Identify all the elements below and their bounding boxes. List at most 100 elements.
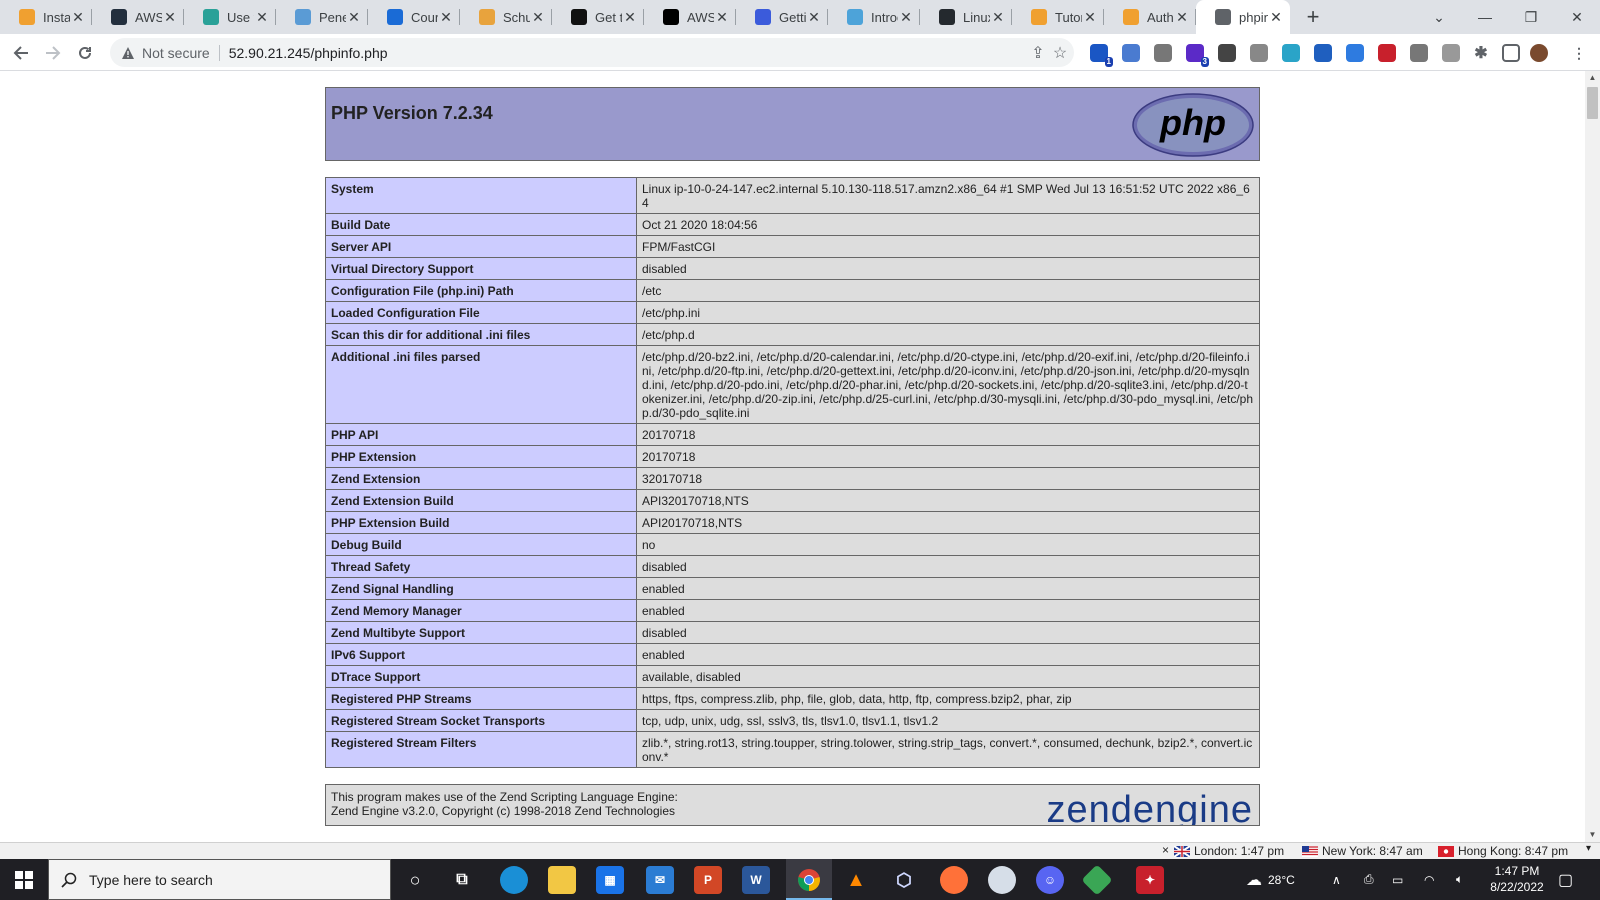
close-window-icon[interactable]: ✕ bbox=[1554, 0, 1600, 34]
close-tab-icon[interactable]: ✕ bbox=[346, 9, 362, 26]
burp-icon[interactable]: ✦ bbox=[1136, 866, 1164, 894]
close-tab-icon[interactable]: ✕ bbox=[70, 9, 86, 26]
browser-tab[interactable]: Cours✕ bbox=[368, 0, 460, 34]
page-scrollbar[interactable]: ▲ ▼ bbox=[1585, 71, 1600, 842]
close-tab-icon[interactable]: ✕ bbox=[438, 9, 454, 26]
clock-dropdown-icon[interactable]: ▾ bbox=[1586, 843, 1591, 854]
browser-tab[interactable]: Use th✕ bbox=[184, 0, 276, 34]
volume-icon[interactable]: 🔈︎ bbox=[1456, 859, 1463, 900]
bookmark-star-icon[interactable]: ☆ bbox=[1050, 43, 1070, 63]
scroll-up-icon[interactable]: ▲ bbox=[1585, 71, 1600, 85]
notifications-icon[interactable]: ▢ bbox=[1558, 859, 1573, 900]
close-tab-icon[interactable]: ✕ bbox=[990, 9, 1006, 26]
close-tab-icon[interactable]: ✕ bbox=[898, 9, 914, 26]
link-extension-icon[interactable] bbox=[1442, 44, 1460, 62]
browser-tab[interactable]: Gettin✕ bbox=[736, 0, 828, 34]
hex-extension-icon[interactable]: 3 bbox=[1186, 44, 1209, 67]
close-tab-icon[interactable]: ✕ bbox=[714, 9, 730, 26]
tab-search-icon[interactable]: ⌄ bbox=[1416, 0, 1462, 34]
close-tab-icon[interactable]: ✕ bbox=[162, 9, 178, 26]
taskbar-time: 1:47 PM bbox=[1494, 864, 1540, 878]
tray-device-icon[interactable]: ⎙ bbox=[1364, 859, 1374, 900]
browser-tab[interactable]: phpin ✕ bbox=[1196, 0, 1290, 34]
taskbar-clock[interactable]: 1:47 PM 8/22/2022 bbox=[1482, 863, 1552, 895]
git-icon[interactable] bbox=[1081, 864, 1113, 896]
warning-icon[interactable] bbox=[120, 45, 136, 61]
powerpoint-icon[interactable]: P bbox=[694, 866, 722, 894]
store-icon[interactable]: ▦ bbox=[596, 866, 624, 894]
new-tab-button[interactable]: + bbox=[1296, 0, 1330, 34]
close-tab-icon[interactable]: ✕ bbox=[254, 9, 270, 26]
chrome-icon[interactable] bbox=[795, 866, 823, 894]
close-tab-icon[interactable]: ✕ bbox=[1174, 9, 1190, 26]
browser-tab[interactable]: Linux✕ bbox=[920, 0, 1012, 34]
avatar[interactable] bbox=[1530, 44, 1548, 62]
browser-tab[interactable]: Introd✕ bbox=[828, 0, 920, 34]
browser-tab[interactable]: Schul✕ bbox=[460, 0, 552, 34]
camera-extension-icon[interactable] bbox=[1154, 44, 1172, 62]
battery-icon[interactable]: ▭ bbox=[1392, 859, 1403, 900]
mail-extension-icon[interactable]: 1 bbox=[1090, 44, 1113, 67]
hk-flag-icon bbox=[1438, 845, 1454, 857]
mail-icon[interactable]: ✉ bbox=[646, 866, 674, 894]
close-tab-icon[interactable]: ✕ bbox=[1268, 9, 1284, 26]
browser-tab[interactable]: AWS ✕ bbox=[644, 0, 736, 34]
forward-icon[interactable] bbox=[38, 38, 68, 68]
vlc-icon[interactable]: ▲ bbox=[842, 866, 870, 894]
wireshark-icon[interactable] bbox=[988, 866, 1016, 894]
security-label[interactable]: Not secure bbox=[142, 45, 210, 61]
shield-extension-icon[interactable] bbox=[1314, 44, 1332, 62]
word-icon[interactable]: W bbox=[742, 866, 770, 894]
tab-title: AWS C bbox=[135, 9, 162, 25]
building-extension-icon[interactable] bbox=[1218, 44, 1236, 62]
edge-icon[interactable] bbox=[500, 866, 528, 894]
wifi-icon[interactable]: ◠ bbox=[1424, 859, 1434, 900]
weather-widget[interactable]: ☁ 28°C bbox=[1246, 859, 1295, 900]
browser-tab[interactable]: Instan✕ bbox=[0, 0, 92, 34]
stop-extension-icon[interactable] bbox=[1378, 44, 1396, 62]
task-view-icon[interactable]: ⧉ bbox=[448, 866, 476, 894]
close-tab-icon[interactable]: ✕ bbox=[530, 9, 546, 26]
restore-icon[interactable]: ❐ bbox=[1508, 0, 1554, 34]
menu-icon[interactable]: ⋮ bbox=[1570, 44, 1588, 62]
ip-extension-icon[interactable] bbox=[1250, 44, 1268, 62]
browser-tab[interactable]: Tutor ✕ bbox=[1012, 0, 1104, 34]
chat-extension-icon[interactable] bbox=[1346, 44, 1364, 62]
row-value: FPM/FastCGI bbox=[636, 235, 1260, 258]
browser-tab[interactable]: Penet✕ bbox=[276, 0, 368, 34]
browser-tab[interactable]: AWS C✕ bbox=[92, 0, 184, 34]
url-text[interactable]: 52.90.21.245/phpinfo.php bbox=[229, 45, 388, 61]
virtualbox-icon[interactable]: ⬡ bbox=[890, 866, 918, 894]
row-key: Virtual Directory Support bbox=[325, 257, 637, 280]
browser-tab[interactable]: Get th✕ bbox=[552, 0, 644, 34]
windows-start-icon[interactable] bbox=[0, 859, 48, 900]
address-bar[interactable]: Not secure 52.90.21.245/phpinfo.php ⇪ ☆ bbox=[110, 38, 1074, 67]
side-panel-icon[interactable] bbox=[1502, 44, 1520, 62]
leaf-extension-icon[interactable] bbox=[1282, 44, 1300, 62]
translate-extension-icon[interactable] bbox=[1122, 44, 1140, 62]
clock-label: Hong Kong: 8:47 pm bbox=[1458, 844, 1569, 858]
close-clock-icon[interactable]: × bbox=[1162, 843, 1169, 857]
browser-tab[interactable]: Autho✕ bbox=[1104, 0, 1196, 34]
share-icon[interactable]: ⇪ bbox=[1028, 43, 1048, 63]
scroll-down-icon[interactable]: ▼ bbox=[1585, 828, 1600, 842]
search-placeholder[interactable]: Type here to search bbox=[89, 872, 213, 888]
minimize-icon[interactable]: — bbox=[1462, 0, 1508, 34]
close-tab-icon[interactable]: ✕ bbox=[1082, 9, 1098, 26]
close-tab-icon[interactable]: ✕ bbox=[622, 9, 638, 26]
cloud-icon bbox=[847, 9, 863, 25]
puzzle-icon[interactable]: ✱ bbox=[1472, 44, 1490, 62]
reload-icon[interactable] bbox=[70, 38, 100, 68]
back-icon[interactable] bbox=[6, 38, 36, 68]
file-explorer-icon[interactable] bbox=[548, 866, 576, 894]
row-key: Configuration File (php.ini) Path bbox=[325, 279, 637, 302]
letter-n-icon bbox=[295, 9, 311, 25]
scroll-thumb[interactable] bbox=[1587, 87, 1598, 119]
discord-icon[interactable]: ☺ bbox=[1036, 866, 1064, 894]
cortana-icon[interactable]: ○ bbox=[401, 866, 429, 894]
taskbar-search[interactable]: Type here to search bbox=[48, 859, 391, 900]
t-extension-icon[interactable] bbox=[1410, 44, 1428, 62]
tray-chevron-icon[interactable]: ∧ bbox=[1332, 859, 1341, 900]
firefox-icon[interactable] bbox=[940, 866, 968, 894]
close-tab-icon[interactable]: ✕ bbox=[806, 9, 822, 26]
